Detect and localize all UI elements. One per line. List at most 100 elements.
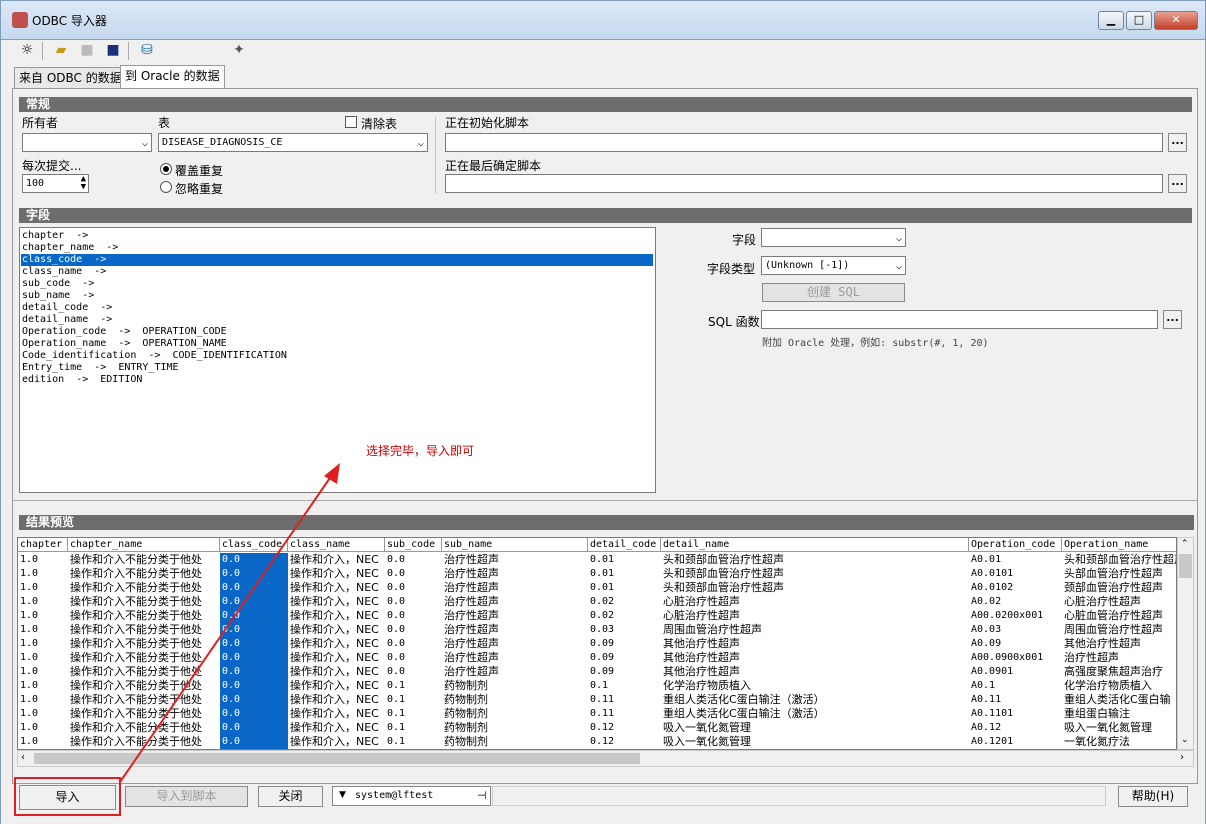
table-cell[interactable]: 操作和介入，NEC	[288, 721, 385, 735]
final-script-browse-button[interactable]: ...	[1168, 174, 1187, 193]
table-cell[interactable]: A0.0101	[969, 567, 1062, 581]
field-item[interactable]: Entry_time -> ENTRY_TIME	[22, 362, 179, 374]
close-window-button[interactable]: ✕	[1154, 11, 1198, 30]
table-cell[interactable]: 其他治疗性超声	[661, 665, 969, 679]
table-cell[interactable]: A0.01	[969, 553, 1062, 567]
table-cell[interactable]: 操作和介入不能分类于他处	[68, 595, 220, 609]
ignore-radio[interactable]	[160, 181, 172, 193]
table-cell[interactable]: 周围血管治疗性超声	[661, 623, 969, 637]
chevron-down-icon[interactable]: ⌄	[1181, 735, 1189, 745]
column-header[interactable]: detail_code	[588, 538, 661, 552]
magic-wand-icon[interactable]: ✦	[230, 41, 248, 59]
table-cell[interactable]: 操作和介入，NEC	[288, 665, 385, 679]
table-cell[interactable]: 操作和介入不能分类于他处	[68, 567, 220, 581]
table-cell[interactable]: 操作和介入不能分类于他处	[68, 651, 220, 665]
init-script-input[interactable]	[445, 133, 1163, 152]
table-cell[interactable]: 0.01	[588, 553, 661, 567]
field-item[interactable]: sub_name ->	[22, 290, 94, 302]
table-cell[interactable]: 0.09	[588, 637, 661, 651]
table-cell[interactable]: 0.0	[220, 735, 288, 749]
table-cell[interactable]: 1.0	[18, 581, 68, 595]
field-item[interactable]: class_name ->	[22, 266, 106, 278]
table-cell[interactable]: 0.0	[385, 651, 442, 665]
field-item-selected[interactable]: class_code ->	[21, 254, 653, 266]
field-mapping-list[interactable]: chapter -> chapter_name -> class_code ->…	[19, 227, 656, 493]
table-cell[interactable]: 1.0	[18, 679, 68, 693]
table-cell[interactable]: 颈部血管治疗性超声	[1062, 581, 1176, 595]
table-select[interactable]: DISEASE_DIAGNOSIS_CE ⌵	[158, 133, 428, 152]
overwrite-radio[interactable]	[160, 163, 172, 175]
close-button[interactable]: 关闭	[258, 786, 323, 807]
field-item[interactable]: edition -> EDITION	[22, 374, 142, 386]
table-cell[interactable]: 治疗性超声	[442, 553, 588, 567]
table-cell[interactable]: 0.09	[588, 651, 661, 665]
open-folder-icon[interactable]: ▰	[52, 41, 70, 59]
table-cell[interactable]: 0.0	[385, 665, 442, 679]
table-cell[interactable]: 操作和介入，NEC	[288, 623, 385, 637]
table-cell[interactable]: 0.0	[385, 567, 442, 581]
table-cell[interactable]: 操作和介入，NEC	[288, 693, 385, 707]
table-cell[interactable]: 0.0	[385, 623, 442, 637]
table-cell[interactable]: 头和颈部血管治疗性超声	[1062, 553, 1176, 567]
table-cell[interactable]: 治疗性超声	[1062, 651, 1176, 665]
minimize-button[interactable]: ▁	[1098, 11, 1124, 30]
table-cell[interactable]: 0.12	[588, 721, 661, 735]
table-cell[interactable]: 操作和介入不能分类于他处	[68, 665, 220, 679]
table-cell[interactable]: A0.02	[969, 595, 1062, 609]
table-cell[interactable]: A00.0900x001	[969, 651, 1062, 665]
table-cell[interactable]: 操作和介入，NEC	[288, 567, 385, 581]
column-header[interactable]: class_code	[220, 538, 288, 552]
table-cell[interactable]: 0.1	[385, 679, 442, 693]
table-cell[interactable]: 1.0	[18, 623, 68, 637]
table-cell[interactable]: 操作和介入不能分类于他处	[68, 679, 220, 693]
database-icon[interactable]: ⛁	[138, 41, 156, 59]
table-cell[interactable]: 操作和介入，NEC	[288, 595, 385, 609]
table-cell[interactable]: 周围血管治疗性超声	[1062, 623, 1176, 637]
table-cell[interactable]: 治疗性超声	[442, 567, 588, 581]
column-header[interactable]: Operation_code	[969, 538, 1062, 552]
table-cell[interactable]: 治疗性超声	[442, 665, 588, 679]
table-cell[interactable]: 药物制剂	[442, 693, 588, 707]
table-cell[interactable]: 一氧化氮疗法	[1062, 735, 1176, 749]
table-cell[interactable]: A0.09	[969, 637, 1062, 651]
field-item[interactable]: chapter_name ->	[22, 242, 118, 254]
field-type-select[interactable]: (Unknown [-1]) ⌵	[761, 256, 906, 275]
chevron-right-icon[interactable]: ›	[1180, 752, 1184, 763]
table-cell[interactable]: 操作和介入不能分类于他处	[68, 623, 220, 637]
table-cell[interactable]: 1.0	[18, 637, 68, 651]
table-cell[interactable]: 操作和介入不能分类于他处	[68, 735, 220, 749]
table-cell[interactable]: 重组蛋白输注	[1062, 707, 1176, 721]
column-header[interactable]: chapter	[18, 538, 68, 552]
table-cell[interactable]: 操作和介入，NEC	[288, 651, 385, 665]
preview-table[interactable]: chapter chapter_name class_code class_name s…	[17, 537, 1177, 750]
horizontal-scrollbar[interactable]: ‹ ›	[17, 750, 1194, 767]
table-cell[interactable]: 1.0	[18, 707, 68, 721]
sql-function-input[interactable]	[761, 310, 1158, 329]
table-cell[interactable]: 心脏治疗性超声	[661, 609, 969, 623]
table-cell[interactable]: 药物制剂	[442, 707, 588, 721]
column-header[interactable]: Operation_name	[1062, 538, 1176, 552]
table-cell[interactable]: 操作和介入，NEC	[288, 735, 385, 749]
table-cell[interactable]: A0.0901	[969, 665, 1062, 679]
table-cell[interactable]: 0.0	[220, 567, 288, 581]
field-item[interactable]: Operation_code -> OPERATION_CODE	[22, 326, 227, 338]
scroll-thumb[interactable]	[34, 753, 640, 764]
column-header[interactable]: class_name	[288, 538, 385, 552]
column-header[interactable]: chapter_name	[68, 538, 220, 552]
table-cell[interactable]: 药物制剂	[442, 721, 588, 735]
table-cell[interactable]: 1.0	[18, 553, 68, 567]
table-cell[interactable]: 0.12	[588, 735, 661, 749]
table-cell[interactable]: 0.02	[588, 609, 661, 623]
owner-select[interactable]: ⌵	[22, 133, 152, 152]
field-item[interactable]: chapter ->	[22, 230, 88, 242]
table-cell[interactable]: 0.0	[220, 693, 288, 707]
table-cell[interactable]: 其他治疗性超声	[1062, 637, 1176, 651]
table-cell[interactable]: 1.0	[18, 595, 68, 609]
table-cell[interactable]: 头和颈部血管治疗性超声	[661, 567, 969, 581]
table-cell[interactable]: 治疗性超声	[442, 651, 588, 665]
table-cell[interactable]: 头和颈部血管治疗性超声	[661, 581, 969, 595]
tab-from-odbc[interactable]: 来自 ODBC 的数据	[14, 67, 127, 88]
table-cell[interactable]: 0.0	[220, 707, 288, 721]
table-cell[interactable]: 0.0	[220, 553, 288, 567]
chevron-left-icon[interactable]: ‹	[21, 752, 25, 763]
